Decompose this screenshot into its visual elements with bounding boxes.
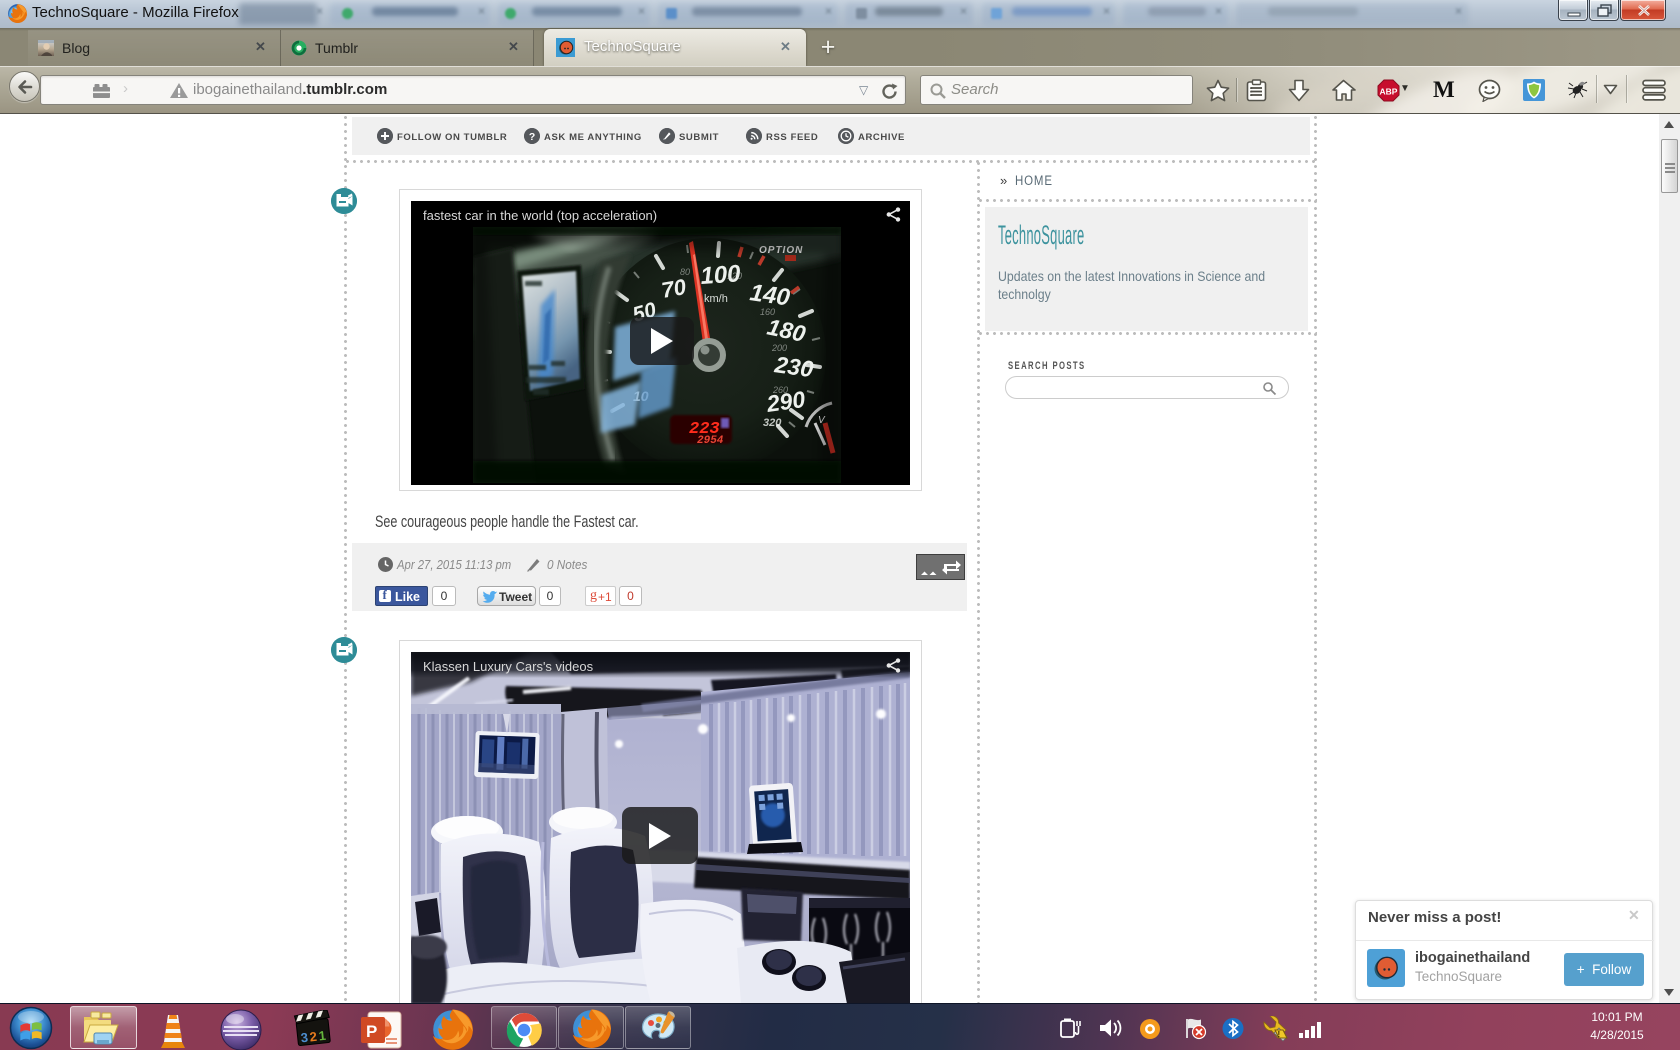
svg-text:120: 120: [727, 271, 742, 281]
svg-text:160: 160: [760, 307, 775, 317]
svg-text:260: 260: [772, 385, 788, 395]
svg-text:km/h: km/h: [704, 293, 728, 305]
svg-text:ABP: ABP: [1380, 87, 1398, 97]
svg-text:2954: 2954: [697, 435, 724, 447]
svg-text:230: 230: [772, 351, 815, 382]
svg-text:P: P: [366, 1022, 377, 1041]
svg-text:80: 80: [680, 267, 690, 277]
svg-text:!: !: [1278, 1030, 1281, 1039]
svg-text:320: 320: [763, 417, 782, 429]
svg-text:70: 70: [660, 274, 689, 303]
svg-text:?: ?: [529, 132, 535, 143]
svg-text:200: 200: [771, 343, 787, 353]
